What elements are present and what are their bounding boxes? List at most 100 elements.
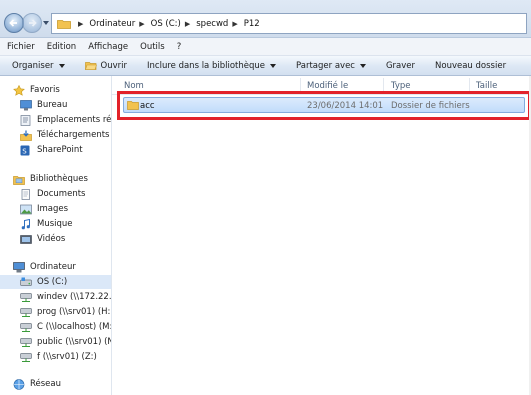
svg-text:S: S	[22, 147, 27, 155]
nav-item-label: f (\\srv01) (Z:)	[37, 352, 97, 362]
folder-icon	[57, 20, 71, 29]
breadcrumb-separator[interactable]: ▶	[78, 20, 83, 28]
column-divider[interactable]	[300, 78, 301, 92]
music-icon	[21, 218, 30, 229]
burn-button[interactable]: Graver	[376, 56, 425, 75]
column-header-name[interactable]: Nom	[124, 81, 144, 91]
open-button[interactable]: Ouvrir	[75, 56, 137, 75]
open-folder-icon	[84, 62, 97, 70]
nav-item-label: Musique	[37, 219, 73, 229]
computer-icon	[13, 261, 25, 272]
command-bar: Organiser Ouvrir Inclure dans la bibliot…	[0, 56, 531, 76]
menu-help[interactable]: ?	[171, 42, 188, 52]
chevron-down-icon	[359, 63, 366, 68]
nav-item-images[interactable]: Images	[0, 202, 111, 216]
menu-fichier[interactable]: Fichier	[0, 42, 41, 52]
nav-item-downloads[interactable]: Téléchargements	[0, 128, 111, 142]
sharepoint-icon: S	[20, 145, 30, 155]
include-in-library-button[interactable]: Inclure dans la bibliothèque	[137, 56, 286, 75]
new-folder-label: Nouveau dossier	[435, 60, 507, 71]
nav-item-c-localhost-drive[interactable]: C (\\localhost) (M:)	[0, 320, 112, 334]
nav-item-label: prog (\\srv01) (H:)	[37, 307, 112, 317]
breadcrumb-os-c[interactable]: OS (C:)	[151, 19, 181, 29]
nav-item-recent-places[interactable]: Emplacements récen	[0, 113, 112, 127]
chevron-down-icon	[270, 63, 277, 68]
organize-label: Organiser	[12, 60, 54, 71]
nav-item-label: Vidéos	[37, 234, 66, 244]
videos-icon	[20, 234, 32, 244]
highlight-box	[117, 91, 531, 120]
breadcrumb-separator[interactable]: ▶	[185, 20, 190, 28]
network-drive-icon	[20, 292, 32, 302]
nav-item-label: OS (C:)	[37, 277, 68, 287]
network-icon	[13, 378, 25, 390]
share-label: Partager avec	[296, 60, 355, 71]
nav-network-label: Réseau	[30, 379, 62, 389]
nav-item-sharepoint[interactable]: S SharePoint	[0, 143, 111, 157]
network-drive-icon	[20, 307, 32, 317]
documents-icon	[21, 188, 30, 200]
column-divider[interactable]	[469, 78, 470, 92]
include-label: Inclure dans la bibliothèque	[147, 60, 266, 71]
organize-button[interactable]: Organiser	[0, 56, 75, 75]
breadcrumb-p12[interactable]: P12	[244, 19, 260, 29]
open-label: Ouvrir	[100, 60, 128, 71]
breadcrumb-specwd[interactable]: specwd	[196, 19, 228, 29]
arrow-left-icon	[9, 19, 17, 27]
nav-item-bureau[interactable]: Bureau	[0, 98, 111, 112]
nav-item-f-drive[interactable]: f (\\srv01) (Z:)	[0, 350, 111, 364]
library-icon	[13, 175, 25, 185]
nav-item-windev-drive[interactable]: windev (\\172.22.100	[0, 290, 111, 304]
column-divider[interactable]	[383, 78, 384, 92]
recent-places-icon	[20, 114, 31, 126]
address-bar-region: ▶ Ordinateur ▶ OS (C:) ▶ specwd ▶ P12	[0, 0, 531, 38]
nav-network[interactable]: Réseau	[0, 377, 111, 391]
desktop-icon	[20, 99, 32, 110]
nav-item-label: Documents	[37, 189, 86, 199]
back-button[interactable]	[4, 13, 24, 33]
nav-item-label: public (\\srv01) (N:)	[37, 337, 112, 347]
nav-favorites-label: Favoris	[30, 85, 60, 95]
recent-pages-dropdown[interactable]	[43, 21, 49, 25]
images-icon	[20, 204, 32, 214]
nav-computer-label: Ordinateur	[30, 262, 76, 272]
nav-item-label: Images	[37, 204, 69, 214]
nav-item-os-c[interactable]: OS (C:)	[0, 275, 111, 289]
arrow-right-icon	[29, 19, 37, 27]
nav-libraries[interactable]: Bibliothèques	[0, 172, 111, 186]
nav-item-label: Emplacements récen	[37, 115, 112, 125]
network-drive-icon	[20, 337, 32, 347]
nav-favorites[interactable]: Favoris	[0, 83, 111, 97]
nav-item-music[interactable]: Musique	[0, 217, 111, 231]
nav-item-videos[interactable]: Vidéos	[0, 232, 111, 246]
nav-item-prog-drive[interactable]: prog (\\srv01) (H:)	[0, 305, 112, 319]
address-box[interactable]: ▶ Ordinateur ▶ OS (C:) ▶ specwd ▶ P12	[51, 13, 527, 34]
network-drive-icon	[20, 322, 32, 332]
burn-label: Graver	[385, 60, 416, 71]
hard-drive-icon	[20, 277, 32, 286]
nav-item-public-drive[interactable]: public (\\srv01) (N:)	[0, 335, 112, 349]
breadcrumb-separator[interactable]: ▶	[232, 20, 237, 28]
nav-computer[interactable]: Ordinateur	[0, 260, 111, 274]
nav-item-documents[interactable]: Documents	[0, 187, 111, 201]
nav-item-label: SharePoint	[37, 145, 83, 155]
star-icon	[13, 84, 25, 96]
nav-item-label: Bureau	[37, 100, 68, 110]
menu-edition[interactable]: Edition	[41, 42, 82, 52]
nav-libraries-label: Bibliothèques	[30, 174, 88, 184]
menu-outils[interactable]: Outils	[134, 42, 171, 52]
column-header-modified[interactable]: Modifié le	[307, 81, 348, 91]
forward-button[interactable]	[22, 13, 42, 33]
downloads-icon	[20, 130, 32, 141]
menu-affichage[interactable]: Affichage	[82, 42, 134, 52]
network-drive-icon	[20, 352, 32, 362]
breadcrumb-ordinateur[interactable]: Ordinateur	[89, 19, 135, 29]
column-header-type[interactable]: Type	[391, 81, 411, 91]
share-with-button[interactable]: Partager avec	[286, 56, 376, 75]
nav-item-label: C (\\localhost) (M:)	[37, 322, 112, 332]
breadcrumb-separator[interactable]: ▶	[139, 20, 144, 28]
new-folder-button[interactable]: Nouveau dossier	[425, 56, 516, 75]
menu-bar: Fichier Edition Affichage Outils ?	[0, 38, 531, 56]
nav-item-label: Téléchargements	[37, 130, 110, 140]
column-header-size[interactable]: Taille	[476, 81, 497, 91]
